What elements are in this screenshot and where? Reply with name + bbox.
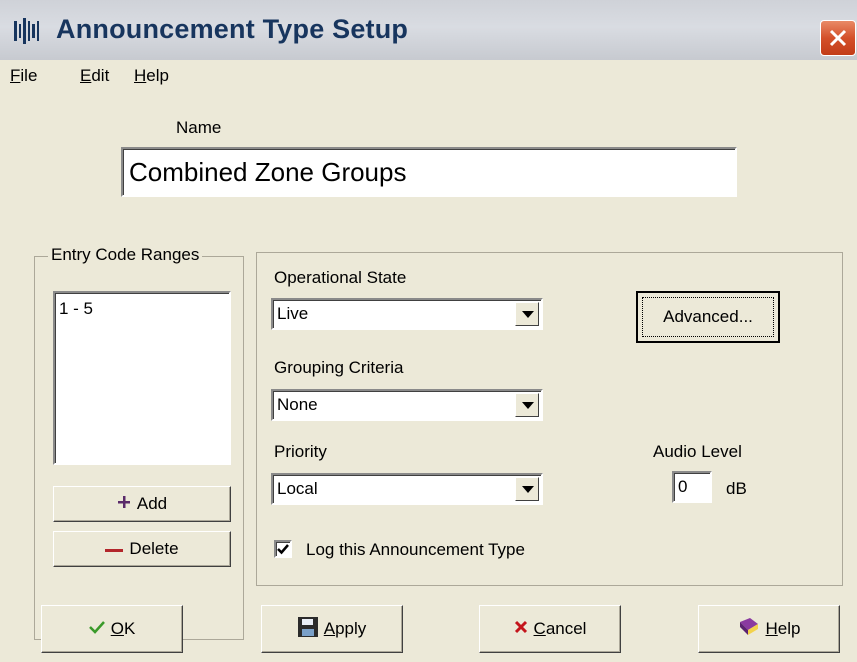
- plus-icon: [117, 494, 131, 514]
- name-label: Name: [176, 118, 222, 137]
- delete-button-label: Delete: [129, 539, 179, 558]
- list-item[interactable]: 1 - 5: [59, 299, 93, 319]
- entry-code-list[interactable]: 1 - 5: [53, 291, 231, 465]
- close-button[interactable]: [820, 20, 856, 56]
- priority-select[interactable]: Local: [271, 473, 543, 505]
- dropdown-arrow-icon[interactable]: [515, 393, 539, 417]
- dialog-window: Announcement Type Setup File Edit Help N…: [0, 0, 857, 662]
- help-rest: elp: [777, 619, 801, 638]
- audio-level-label: Audio Level: [653, 442, 742, 461]
- help-mnemonic: H: [765, 619, 778, 638]
- operational-state-value: Live: [277, 304, 309, 323]
- cancel-mnemonic: C: [533, 619, 546, 638]
- operational-state-label: Operational State: [274, 268, 407, 287]
- sound-bars-icon: [14, 18, 48, 44]
- ok-mnemonic: O: [110, 619, 124, 638]
- entry-code-ranges-label: Entry Code Ranges: [48, 245, 203, 265]
- log-checkbox[interactable]: [274, 540, 292, 558]
- menu-file-mnemonic: F: [10, 66, 21, 85]
- ok-button-label: OK: [111, 619, 136, 639]
- cancel-button[interactable]: Cancel: [479, 605, 621, 653]
- add-button-label: Add: [136, 494, 168, 513]
- menu-edit-mnemonic: E: [80, 66, 92, 85]
- help-button-label: Help: [766, 619, 801, 639]
- audio-level-input[interactable]: 0: [672, 471, 712, 503]
- add-button[interactable]: Add: [53, 486, 231, 522]
- menu-file[interactable]: File: [10, 66, 37, 86]
- minus-icon: [105, 539, 124, 559]
- help-button[interactable]: Help: [698, 605, 840, 653]
- priority-label: Priority: [274, 442, 327, 461]
- title-bar[interactable]: Announcement Type Setup: [0, 0, 857, 60]
- advanced-button-label: Advanced...: [642, 297, 774, 337]
- dropdown-arrow-icon[interactable]: [515, 477, 539, 501]
- checkmark-icon: [277, 544, 289, 555]
- advanced-button[interactable]: Advanced...: [636, 291, 780, 343]
- cancel-rest: ancel: [545, 619, 587, 638]
- menu-bar: [0, 60, 857, 96]
- menu-edit-label: dit: [91, 66, 110, 85]
- menu-edit[interactable]: Edit: [80, 66, 109, 86]
- operational-state-select[interactable]: Live: [271, 298, 543, 330]
- floppy-disk-icon: [297, 616, 318, 642]
- checkmark-icon: [88, 619, 105, 639]
- name-field[interactable]: Combined Zone Groups: [121, 147, 737, 197]
- delete-button[interactable]: Delete: [53, 531, 231, 567]
- apply-mnemonic: A: [323, 619, 336, 638]
- help-book-icon: [738, 617, 760, 641]
- audio-level-unit: dB: [726, 479, 747, 498]
- cancel-button-label: Cancel: [534, 619, 587, 639]
- window-title: Announcement Type Setup: [56, 14, 409, 44]
- apply-rest: pply: [335, 619, 367, 638]
- log-checkbox-label[interactable]: Log this Announcement Type: [306, 540, 525, 560]
- grouping-criteria-select[interactable]: None: [271, 389, 543, 421]
- close-icon: [829, 29, 847, 47]
- menu-help[interactable]: Help: [134, 66, 169, 86]
- ok-button[interactable]: OK: [41, 605, 183, 653]
- menu-file-label: ile: [20, 66, 38, 85]
- x-icon: [514, 619, 528, 639]
- menu-help-mnemonic: H: [134, 66, 147, 85]
- apply-button[interactable]: Apply: [261, 605, 403, 653]
- apply-button-label: Apply: [324, 619, 367, 639]
- menu-help-label: elp: [146, 66, 169, 85]
- ok-rest: K: [123, 619, 136, 638]
- priority-value: Local: [277, 479, 318, 498]
- dropdown-arrow-icon[interactable]: [515, 302, 539, 326]
- grouping-criteria-value: None: [277, 395, 318, 414]
- grouping-criteria-label: Grouping Criteria: [274, 358, 404, 377]
